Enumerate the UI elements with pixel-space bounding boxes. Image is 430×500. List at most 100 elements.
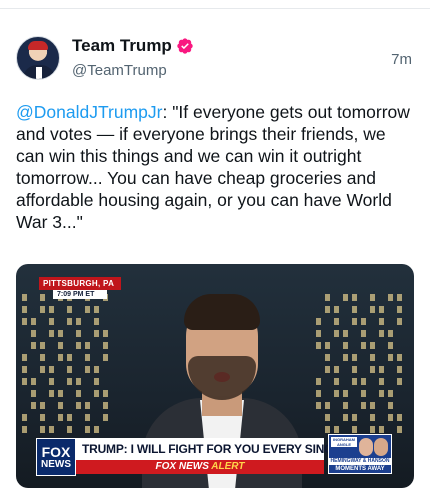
building-window: [22, 414, 27, 421]
location-time: 7:09 PM ET: [53, 290, 107, 299]
building-window: [31, 318, 36, 325]
building-window: [76, 342, 81, 349]
building-window: [343, 354, 348, 361]
building-window: [343, 390, 348, 397]
building-window: [334, 378, 339, 385]
building-window: [370, 426, 375, 433]
building-window: [334, 426, 339, 433]
timestamp[interactable]: 7m: [391, 51, 412, 68]
building-window: [352, 414, 357, 421]
building-window: [352, 378, 357, 385]
building-window: [361, 402, 366, 409]
building-window: [103, 354, 108, 361]
building-window: [361, 330, 366, 337]
building-window: [67, 378, 72, 385]
building-window: [343, 330, 348, 337]
building-window: [22, 426, 27, 433]
fox-logo-line2: NEWS: [41, 459, 71, 470]
building-window: [316, 330, 321, 337]
building-window: [397, 378, 402, 385]
building-window: [379, 378, 384, 385]
building-window: [397, 354, 402, 361]
building-window: [94, 318, 99, 325]
tweet-header: Team Trump @TeamTrump 7m: [16, 36, 414, 84]
building-window: [343, 342, 348, 349]
building-window: [76, 390, 81, 397]
building-window: [85, 306, 90, 313]
building-window: [31, 378, 36, 385]
building-window: [334, 366, 339, 373]
building-window: [67, 318, 72, 325]
building-window: [103, 414, 108, 421]
video-player[interactable]: PITTSBURGH, PA 7:09 PM ET FOX NEWS TRUMP…: [16, 264, 414, 488]
building-window: [76, 330, 81, 337]
building-window: [379, 426, 384, 433]
building-window: [316, 378, 321, 385]
avatar-hat: [28, 41, 48, 50]
building-window: [370, 354, 375, 361]
building-window: [40, 366, 45, 373]
building-window: [352, 426, 357, 433]
building-window: [388, 402, 393, 409]
building-window: [94, 330, 99, 337]
building-window: [397, 426, 402, 433]
building-window: [67, 306, 72, 313]
building-window: [397, 306, 402, 313]
building-window: [379, 318, 384, 325]
building-window: [388, 414, 393, 421]
building-window: [370, 306, 375, 313]
display-name[interactable]: Team Trump: [72, 36, 172, 56]
alert-word: ALERT: [211, 461, 245, 472]
building-window: [397, 318, 402, 325]
building-window: [103, 342, 108, 349]
building-window: [361, 390, 366, 397]
building-window: [361, 342, 366, 349]
building-window: [40, 414, 45, 421]
location-bug: PITTSBURGH, PA 7:09 PM ET: [39, 277, 121, 299]
building-window: [76, 402, 81, 409]
building-window: [361, 318, 366, 325]
building-window: [352, 354, 357, 361]
building-window: [379, 390, 384, 397]
avatar-shirt: [36, 67, 42, 79]
fox-news-logo: FOX NEWS: [36, 438, 76, 476]
tweet-text: @DonaldJTrumpJr: "If everyone gets out t…: [16, 101, 412, 233]
building-window: [85, 426, 90, 433]
building-window: [22, 366, 27, 373]
building-window: [85, 366, 90, 373]
building-window: [397, 294, 402, 301]
building-window: [343, 414, 348, 421]
alert-bar: FOX NEWS ALERT: [76, 460, 324, 474]
building-window: [58, 354, 63, 361]
building-window: [352, 318, 357, 325]
chyron-headline: TRUMP: I WILL FIGHT FOR YOU EVERY SINGLE…: [76, 438, 375, 460]
mention-link[interactable]: @DonaldJTrumpJr: [16, 102, 162, 122]
handle[interactable]: @TeamTrump: [72, 62, 167, 79]
building-window: [370, 414, 375, 421]
chyron: FOX NEWS TRUMP: I WILL FIGHT FOR YOU EVE…: [16, 434, 414, 478]
building-window: [94, 366, 99, 373]
building-window: [388, 330, 393, 337]
speaker-mouth: [214, 372, 230, 382]
building-window: [316, 402, 321, 409]
building-window: [31, 342, 36, 349]
building-window: [85, 354, 90, 361]
promo-title: INGRAHAM ANGLE: [331, 437, 357, 447]
building-window: [76, 318, 81, 325]
building-window: [49, 426, 54, 433]
building-window: [22, 378, 27, 385]
building-window: [22, 318, 27, 325]
building-window: [49, 318, 54, 325]
building-window: [31, 402, 36, 409]
building-window: [325, 426, 330, 433]
building-window: [85, 342, 90, 349]
building-window: [103, 390, 108, 397]
building-window: [58, 342, 63, 349]
show-promo: INGRAHAM ANGLE HEMINGWAY & HANSON MOMENT…: [328, 434, 392, 474]
avatar[interactable]: [16, 36, 60, 80]
building-window: [31, 330, 36, 337]
building-window: [40, 342, 45, 349]
building-window: [352, 306, 357, 313]
building-window: [388, 390, 393, 397]
alert-prefix: FOX NEWS: [155, 461, 209, 472]
